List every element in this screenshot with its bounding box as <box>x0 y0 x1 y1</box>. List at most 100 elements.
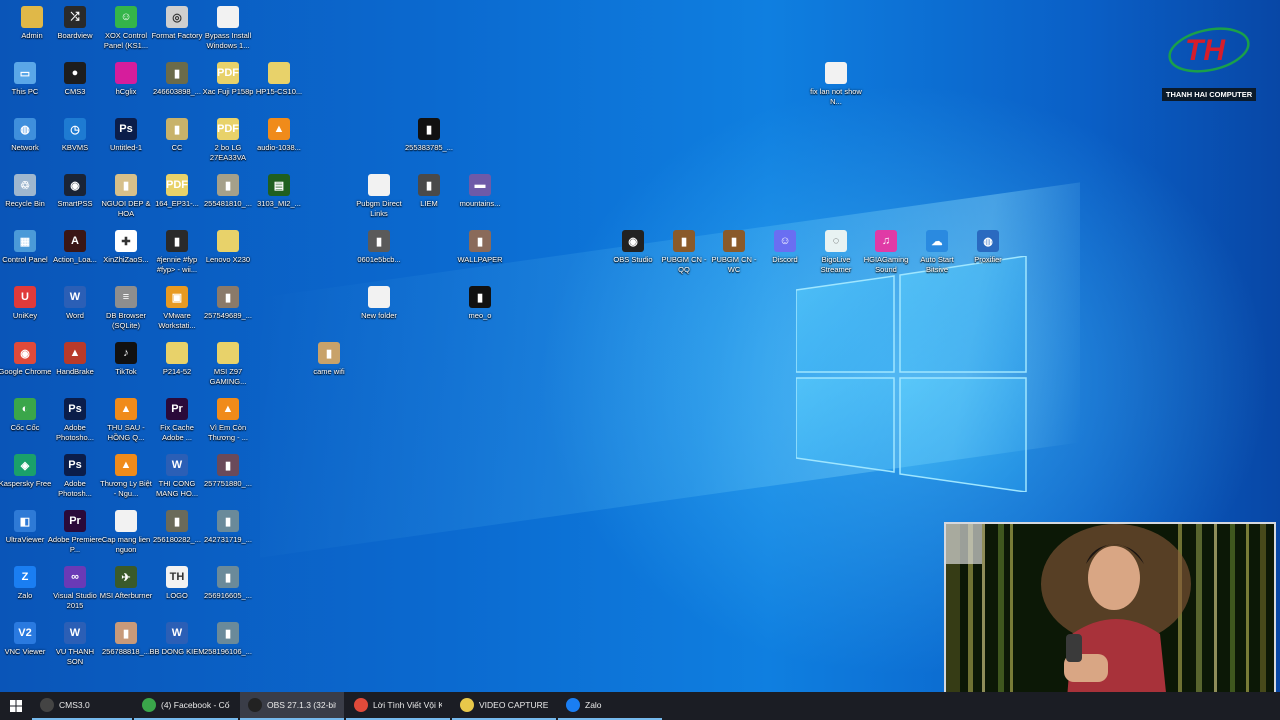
webcam-icon <box>40 698 54 712</box>
desktop-icon-label: UniKey <box>12 311 38 320</box>
desktop-icon[interactable]: ▮ 242731719_... <box>200 510 256 545</box>
desktop-icon[interactable]: Z Zalo <box>0 566 53 601</box>
archive-icon: ▮ <box>166 118 188 140</box>
desktop-icon[interactable]: Lenovo X230 <box>200 230 256 265</box>
taskbar-item[interactable]: OBS 27.1.3 (32-bit, ... <box>240 692 344 720</box>
desktop-icon[interactable]: ✚ XinZhiZaoS... <box>98 230 154 265</box>
desktop-icon[interactable]: W THI CONG MANG HO... <box>149 454 205 498</box>
desktop-icon-label: P214-52 <box>162 367 192 376</box>
desktop-icon[interactable]: PDF Xac Fuji P158p <box>200 62 256 97</box>
desktop-icon[interactable]: ▮ 0601e5bcb... <box>351 230 407 265</box>
desktop-icon[interactable]: ▮ 258196106_... <box>200 622 256 657</box>
desktop-icon[interactable]: ▲ HandBrake <box>47 342 103 377</box>
taskbar-item[interactable]: CMS3.0 <box>32 692 132 720</box>
desktop-icon[interactable]: ♪ TikTok <box>98 342 154 377</box>
desktop-icon[interactable]: ▮ 256180282_... <box>149 510 205 545</box>
desktop-icon[interactable]: Ps Untitled-1 <box>98 118 154 153</box>
desktop-icon[interactable]: ▮ 256916605_... <box>200 566 256 601</box>
desktop-icon[interactable]: Bypass Install Windows 1... <box>200 6 256 50</box>
desktop-icon[interactable]: Ps Adobe Photosho... <box>47 398 103 442</box>
desktop-icon[interactable]: ◉ Google Chrome <box>0 342 53 377</box>
desktop-icon[interactable]: ◍ Proxifier <box>960 230 1016 265</box>
desktop-icon[interactable]: ≡ DB Browser (SQLite) <box>98 286 154 330</box>
desktop-icon[interactable]: ◐ Cốc Cốc <box>0 398 53 433</box>
desktop-icon[interactable]: A Action_Loa... <box>47 230 103 265</box>
desktop-icon[interactable]: ▮ NGUOI DEP & HOA <box>98 174 154 218</box>
desktop-icon[interactable]: Pr Adobe Premiere P... <box>47 510 103 554</box>
desktop-icon[interactable]: ✈ MSI Afterburner <box>98 566 154 601</box>
desktop-icon[interactable]: ▦ Control Panel <box>0 230 53 265</box>
desktop-icon[interactable]: U UniKey <box>0 286 53 321</box>
taskbar-item[interactable]: (4) Facebook - Cốc ... <box>134 692 238 720</box>
desktop-icon[interactable]: ▮ LIEM <box>401 174 457 209</box>
desktop-icon[interactable]: ☁ Auto Start Bitsive <box>909 230 965 274</box>
desktop-icon[interactable]: ▮ 255481810_... <box>200 174 256 209</box>
desktop-icon[interactable]: ▮ CC <box>149 118 205 153</box>
desktop-icon-label: 2 bo LG 27EA33VA <box>209 143 247 162</box>
taskbar-item[interactable]: VIDEO CAPTURE <box>452 692 556 720</box>
desktop-icon[interactable]: ∞ Visual Studio 2015 <box>47 566 103 610</box>
desktop-icon[interactable]: ▭ This PC <box>0 62 53 97</box>
desktop-icon[interactable]: ◎ Format Factory <box>149 6 205 41</box>
desktop-icon[interactable]: Cap mang lien nguon <box>98 510 154 554</box>
zalo-icon: Z <box>14 566 36 588</box>
desktop-icon[interactable]: ▮ 255383785_... <box>401 118 457 153</box>
desktop-icon[interactable]: W VU THANH SON <box>47 622 103 666</box>
desktop-icon[interactable]: ▮ 257751880_... <box>200 454 256 489</box>
desktop-icon-label: Untitled-1 <box>109 143 143 152</box>
desktop-icon-label: Proxifier <box>974 255 1002 264</box>
desktop-icon[interactable]: ▲ Thương Ly Biệt - Ngu... <box>98 454 154 498</box>
desktop-icon[interactable]: Ps Adobe Photosh... <box>47 454 103 498</box>
sound-icon: ♫ <box>875 230 897 252</box>
desktop-icon[interactable]: ▲ Vì Em Còn Thương - ... <box>200 398 256 442</box>
desktop-icon[interactable]: ♲ Recycle Bin <box>0 174 53 209</box>
desktop-icon[interactable]: ◧ UltraViewer <box>0 510 53 545</box>
desktop-icon[interactable]: ◉ SmartPSS <box>47 174 103 209</box>
desktop-icon[interactable]: fix lan not show N... <box>808 62 864 106</box>
desktop-icon[interactable]: ◉ OBS Studio <box>605 230 661 265</box>
desktop-icon[interactable]: HP15-CS10... <box>251 62 307 97</box>
desktop-icon[interactable]: PDF 164_EP31-... <box>149 174 205 209</box>
desktop-icon[interactable]: W Word <box>47 286 103 321</box>
desktop-icon[interactable]: ▮ 256788818_... <box>98 622 154 657</box>
desktop-icon[interactable]: P214-52 <box>149 342 205 377</box>
desktop-icon[interactable]: ▮ meo_o <box>452 286 508 321</box>
desktop-icon[interactable]: ▮ #jennie #fyp #fyp> - wii... <box>149 230 205 274</box>
start-button[interactable] <box>0 692 32 720</box>
desktop-icon[interactable]: ♫ HGIAGaming Sound <box>858 230 914 274</box>
desktop-icon[interactable]: TH LOGO <box>149 566 205 601</box>
desktop-icon[interactable]: ▮ PUBGM CN - QQ <box>656 230 712 274</box>
desktop-icon[interactable]: ▮ 246603898_... <box>149 62 205 97</box>
xox-icon: ☺ <box>115 6 137 28</box>
desktop-icon[interactable]: ◈ Kaspersky Free <box>0 454 53 489</box>
desktop-icon[interactable]: ◌ BigoLive Streamer <box>808 230 864 274</box>
desktop-icon[interactable]: ▣ VMware Workstati... <box>149 286 205 330</box>
desktop-icon[interactable]: ◷ KBVMS <box>47 118 103 153</box>
image-icon: ▮ <box>217 174 239 196</box>
desktop-icon[interactable]: ◍ Network <box>0 118 53 153</box>
desktop-icon[interactable]: ▮ came wifi <box>301 342 357 377</box>
desktop-icon[interactable]: ● CMS3 <box>47 62 103 97</box>
taskbar-item[interactable]: Zalo <box>558 692 662 720</box>
desktop-icon[interactable]: ▮ WALLPAPER <box>452 230 508 265</box>
desktop-icon[interactable]: V2 VNC Viewer <box>0 622 53 657</box>
desktop-icon[interactable]: ▲ THU SAU - HỒNG Q... <box>98 398 154 442</box>
desktop-icon[interactable]: ▮ PUBGM CN - WC <box>706 230 762 274</box>
desktop-icon[interactable]: hCglix <box>98 62 154 97</box>
desktop-icon[interactable]: ▮ 257549689_... <box>200 286 256 321</box>
desktop-icon[interactable]: W BB DONG KIEM <box>149 622 205 657</box>
desktop-icon[interactable]: ▤ 3103_MI2_... <box>251 174 307 209</box>
desktop-icon[interactable]: MSI Z97 GAMING... <box>200 342 256 386</box>
desktop-icon[interactable]: ☺ Discord <box>757 230 813 265</box>
desktop-icon[interactable]: ☺ XOX Control Panel (KS1... <box>98 6 154 50</box>
desktop-icon[interactable]: Pubgm Direct Links <box>351 174 407 218</box>
desktop-icon[interactable]: ⤮ Boardview <box>47 6 103 41</box>
desktop-icon[interactable]: New folder <box>351 286 407 321</box>
image-icon: ▮ <box>318 342 340 364</box>
desktop-icon-label: 3103_MI2_... <box>257 199 301 208</box>
desktop-icon[interactable]: ▲ audio-1038... <box>251 118 307 153</box>
desktop-icon[interactable]: PDF 2 bo LG 27EA33VA <box>200 118 256 162</box>
taskbar-item[interactable]: Lời Tình Viết Vội Ka... <box>346 692 450 720</box>
desktop-icon[interactable]: Pr Fix Cache Adobe ... <box>149 398 205 442</box>
desktop-icon[interactable]: ▬ mountains... <box>452 174 508 209</box>
